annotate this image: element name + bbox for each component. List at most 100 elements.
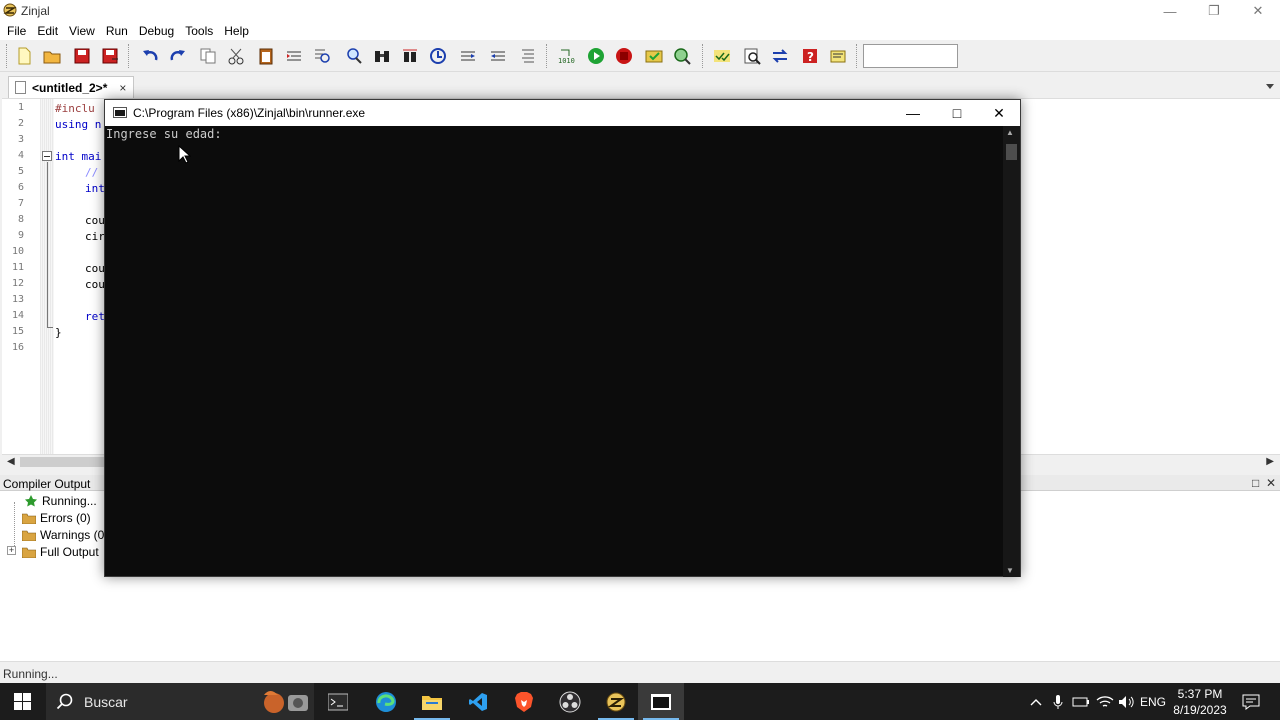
- save-icon[interactable]: [70, 44, 94, 68]
- wifi-tray-button[interactable]: [1094, 683, 1116, 720]
- console-output[interactable]: Ingrese su edad:: [106, 127, 222, 141]
- run-icon[interactable]: [584, 44, 608, 68]
- save-as-icon[interactable]: [98, 44, 122, 68]
- line-number: 10: [11, 246, 24, 257]
- checklist-icon[interactable]: [710, 44, 734, 68]
- format-icon[interactable]: [516, 44, 540, 68]
- find-icon[interactable]: [310, 44, 334, 68]
- find-next-icon[interactable]: [342, 44, 366, 68]
- console-maximize-button[interactable]: □: [935, 100, 979, 126]
- menu-run[interactable]: Run: [101, 22, 134, 40]
- taskbar-search-box[interactable]: Buscar: [46, 683, 314, 720]
- code-line-6: int: [85, 182, 105, 195]
- notes-icon[interactable]: [826, 44, 850, 68]
- cut-icon[interactable]: [224, 44, 248, 68]
- open-folder-icon[interactable]: [40, 44, 64, 68]
- replace-icon[interactable]: [398, 44, 422, 68]
- taskbar-brave-button[interactable]: [502, 683, 546, 720]
- scroll-down-icon[interactable]: ▼: [1006, 566, 1014, 575]
- menu-tools[interactable]: Tools: [180, 22, 219, 40]
- uncomment-icon[interactable]: [486, 44, 510, 68]
- tab-untitled-2[interactable]: <untitled_2>* ×: [8, 76, 134, 98]
- scroll-left-icon[interactable]: ◀: [7, 456, 15, 467]
- console-titlebar[interactable]: C:\Program Files (x86)\Zinjal\bin\runner…: [105, 100, 1020, 126]
- line-number: 13: [11, 294, 24, 305]
- taskbar-terminal-button[interactable]: [316, 683, 360, 720]
- taskbar-runner-console-button[interactable]: [638, 683, 684, 720]
- console-close-button[interactable]: ✕: [977, 100, 1021, 126]
- new-file-icon[interactable]: [12, 44, 36, 68]
- tree-item-running[interactable]: Running...: [24, 494, 97, 508]
- code-line-11: cou: [85, 262, 105, 275]
- swap-icon[interactable]: [768, 44, 792, 68]
- scrollbar-thumb[interactable]: [20, 457, 107, 467]
- line-number: 16: [11, 342, 24, 353]
- code-line-2: using n: [55, 118, 102, 131]
- console-minimize-button[interactable]: —: [891, 100, 935, 126]
- svg-text:1010: 1010: [558, 57, 575, 65]
- console-vertical-scrollbar[interactable]: ▲ ▼: [1003, 126, 1020, 577]
- binoculars-icon[interactable]: [370, 44, 394, 68]
- copy-icon[interactable]: [196, 44, 220, 68]
- search-help-icon[interactable]: [740, 44, 764, 68]
- tree-item-warnings[interactable]: Warnings (0): [22, 528, 108, 542]
- minimize-button[interactable]: —: [1148, 0, 1192, 22]
- chevron-up-icon: [1030, 698, 1042, 705]
- scroll-up-icon[interactable]: ▲: [1006, 128, 1014, 137]
- line-number: 6: [17, 182, 24, 193]
- tree-item-label: Warnings (0): [40, 528, 109, 542]
- stop-icon[interactable]: [612, 44, 636, 68]
- notifications-button[interactable]: [1236, 683, 1266, 720]
- tab-label: <untitled_2>*: [32, 80, 108, 95]
- restore-button[interactable]: ❐: [1192, 0, 1236, 22]
- start-button[interactable]: [0, 683, 44, 720]
- code-line-5: //: [85, 166, 99, 179]
- menu-file[interactable]: File: [2, 22, 32, 40]
- indent-icon[interactable]: [282, 44, 306, 68]
- taskbar-edge-button[interactable]: [364, 683, 408, 720]
- goto-icon[interactable]: [426, 44, 450, 68]
- toolbar-search-input[interactable]: [863, 44, 958, 68]
- undo-icon[interactable]: [138, 44, 162, 68]
- close-window-button[interactable]: ✕: [1236, 0, 1280, 22]
- tree-item-errors[interactable]: Errors (0): [22, 511, 91, 525]
- microphone-tray-button[interactable]: [1048, 683, 1068, 720]
- maximize-panel-icon[interactable]: □: [1252, 476, 1259, 490]
- tab-list-dropdown-icon[interactable]: [1266, 84, 1274, 89]
- scrollbar-thumb[interactable]: [1006, 144, 1017, 160]
- console-window[interactable]: C:\Program Files (x86)\Zinjal\bin\runner…: [104, 99, 1021, 577]
- input-language-indicator[interactable]: ENG: [1138, 683, 1168, 720]
- line-number: 12: [11, 278, 24, 289]
- inspect-icon[interactable]: [670, 44, 694, 68]
- volume-tray-button[interactable]: [1116, 683, 1138, 720]
- comment-icon[interactable]: [456, 44, 480, 68]
- line-number: 7: [17, 198, 24, 209]
- expand-full-output-icon[interactable]: +: [7, 546, 16, 555]
- show-hidden-icons-button[interactable]: [1026, 683, 1046, 720]
- microphone-icon: [1053, 694, 1063, 709]
- menu-help[interactable]: Help: [219, 22, 255, 40]
- help-icon[interactable]: ?: [798, 44, 822, 68]
- paste-icon[interactable]: [254, 44, 278, 68]
- tab-close-button[interactable]: ×: [119, 81, 126, 95]
- fold-toggle-icon[interactable]: [42, 151, 52, 161]
- scroll-right-icon[interactable]: ▶: [1266, 456, 1274, 467]
- menu-view[interactable]: View: [64, 22, 101, 40]
- taskbar-vscode-button[interactable]: [456, 683, 500, 720]
- compile-icon[interactable]: 1010: [554, 44, 578, 68]
- close-panel-icon[interactable]: ✕: [1266, 476, 1276, 490]
- taskbar-obs-button[interactable]: [548, 683, 592, 720]
- taskbar-file-explorer-button[interactable]: [410, 683, 454, 720]
- mouse-cursor-icon: [178, 145, 192, 164]
- menu-debug[interactable]: Debug: [134, 22, 180, 40]
- debug-icon[interactable]: [642, 44, 666, 68]
- edge-browser-icon: [376, 691, 396, 712]
- taskbar-zinjal-button[interactable]: [594, 683, 638, 720]
- menu-edit[interactable]: Edit: [32, 22, 64, 40]
- windows-taskbar: Buscar ENG 5:37 PM 8/19/2023: [0, 683, 1280, 720]
- editor-tabbar: <untitled_2>* ×: [0, 74, 1280, 98]
- taskbar-clock[interactable]: 5:37 PM 8/19/2023: [1170, 686, 1230, 718]
- battery-tray-button[interactable]: [1070, 683, 1092, 720]
- tree-item-full-output[interactable]: Full Output: [22, 545, 99, 559]
- redo-icon[interactable]: [166, 44, 190, 68]
